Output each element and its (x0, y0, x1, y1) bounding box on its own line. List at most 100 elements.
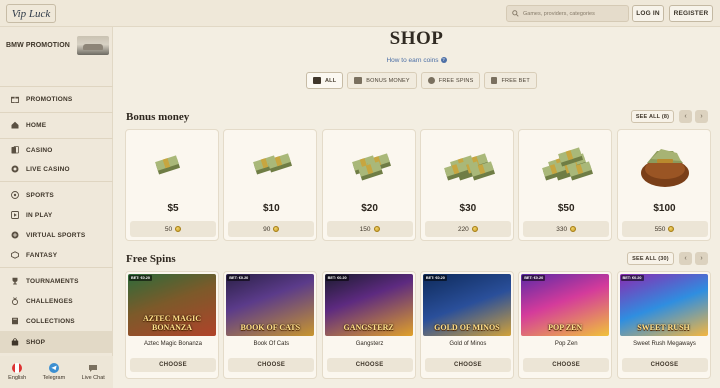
game-card[interactable]: BET: €0.20 BOOK OF CATS Book Of Cats CHOOSE (223, 271, 318, 379)
choose-button[interactable]: CHOOSE (424, 358, 511, 372)
tab-free-bet[interactable]: FREE BET (484, 72, 537, 89)
sidebar-item-fantasy[interactable]: FANTASY (0, 244, 113, 266)
choose-button[interactable]: CHOOSE (523, 358, 610, 372)
tab-bonus-money[interactable]: BONUS MONEY (347, 72, 417, 89)
bonus-card[interactable]: $5 50 (125, 129, 219, 241)
bonus-card[interactable]: $20 150 (321, 129, 416, 241)
bag-icon (313, 77, 321, 84)
tab-free-spins[interactable]: FREE SPINS (420, 72, 481, 89)
sidebar-item-promotions[interactable]: PROMOTIONS (0, 88, 113, 110)
sidebar-item-challenges[interactable]: CHALLENGES (0, 290, 113, 312)
login-button[interactable]: LOG IN (632, 5, 664, 22)
earn-coins-link[interactable]: How to earn coins? (113, 57, 720, 64)
tab-all[interactable]: ALL (306, 72, 344, 89)
bet-badge: BET: €0.20 (325, 275, 349, 281)
game-thumbnail[interactable]: BET: €0.20 SWEET RUSH (619, 274, 708, 336)
language-selector[interactable]: English (8, 363, 26, 381)
help-icon: ? (440, 57, 447, 64)
game-card[interactable]: BET: €0.20 GANGSTERZ Gangsterz CHOOSE (321, 271, 416, 379)
spins-next-arrow[interactable]: › (695, 252, 708, 265)
game-thumbnail[interactable]: BET: €0.20 POP ZEN (521, 274, 610, 336)
game-thumbnail[interactable]: BET: €0.20 GOLD OF MINOS (422, 274, 511, 336)
promo-label: BMW PROMOTION (6, 41, 70, 49)
gift-icon (11, 95, 19, 103)
game-thumbnail[interactable]: BET: €0.20 AZTEC MAGIC BONANZA (128, 274, 216, 336)
game-name: Book Of Cats (253, 341, 290, 347)
bonus-price: $100 (653, 203, 676, 214)
game-card[interactable]: BET: €0.20 SWEET RUSH Sweet Rush Megaways C… (616, 271, 711, 379)
game-card[interactable]: BET: €0.20 POP ZEN Pop Zen CHOOSE (518, 271, 613, 379)
search-box[interactable] (506, 5, 629, 22)
sidebar-item-virtual-sports[interactable]: VIRTUAL SPORTS (0, 224, 113, 246)
spins-prev-arrow[interactable]: ‹ (679, 252, 692, 265)
buy-button[interactable]: 150 (326, 221, 413, 237)
game-thumbnail[interactable]: BET: €0.20 GANGSTERZ (324, 274, 413, 336)
cash-stack-icon (519, 130, 611, 202)
bag-icon (11, 338, 19, 346)
bonus-card[interactable]: $30 220 (419, 129, 514, 241)
sidebar-item-sports[interactable]: SPORTS (0, 184, 113, 206)
cash-stack-icon (126, 130, 218, 202)
sidebar-item-home[interactable]: HOME (0, 114, 113, 136)
sidebar-item-live-casino[interactable]: LIVE CASINO (0, 158, 113, 180)
buy-button[interactable]: 50 (130, 221, 216, 237)
choose-button[interactable]: CHOOSE (228, 358, 315, 372)
see-all-bonus-button[interactable]: SEE ALL (8) (631, 110, 674, 123)
chevron-right-icon: › (700, 113, 703, 120)
buy-button[interactable]: 330 (523, 221, 610, 237)
tab-label: FREE BET (501, 77, 530, 84)
play-icon (11, 211, 19, 219)
bonus-card[interactable]: $100 550 (616, 129, 711, 241)
buy-button[interactable]: 220 (424, 221, 511, 237)
language-label: English (8, 375, 27, 381)
top-bar: Vip Luck LOG IN REGISTER (0, 0, 720, 27)
telegram-link[interactable]: Telegram (43, 363, 65, 381)
see-all-spins-button[interactable]: SEE ALL (30) (627, 252, 674, 265)
logo-text: Vip Luck (11, 7, 51, 20)
coin-icon (373, 226, 380, 232)
sidebar-divider (0, 181, 113, 182)
buy-button[interactable]: 550 (621, 221, 708, 237)
search-input[interactable] (523, 10, 623, 17)
live-chat-button[interactable]: Live Chat (82, 363, 105, 381)
bet-badge: BET: €0.20 (423, 275, 447, 281)
bonus-card[interactable]: $50 330 (518, 129, 613, 241)
trophy-icon (11, 277, 19, 285)
sidebar-item-label: LIVE CASINO (26, 165, 70, 173)
sidebar-item-in-play[interactable]: IN PLAY (0, 204, 113, 226)
coin-icon (471, 226, 478, 232)
bet-badge: BET: €0.20 (522, 275, 546, 281)
register-button[interactable]: REGISTER (669, 5, 713, 22)
sidebar-item-shop[interactable]: SHOP (0, 331, 113, 353)
bonus-prev-arrow[interactable]: ‹ (679, 110, 692, 123)
game-logo-text: GOLD OF MINOS (434, 323, 500, 332)
sidebar-item-label: FANTASY (26, 251, 58, 259)
choose-button[interactable]: CHOOSE (621, 358, 708, 372)
bonus-price: $10 (262, 203, 280, 214)
choose-button[interactable]: CHOOSE (326, 358, 413, 372)
bonus-next-arrow[interactable]: › (695, 110, 708, 123)
sidebar-footer: English Telegram Live Chat (0, 356, 113, 388)
bmw-promotion-banner[interactable]: BMW PROMOTION (6, 33, 109, 57)
coin-icon (175, 226, 182, 232)
earn-coins-text: How to earn coins (386, 57, 439, 64)
game-card[interactable]: BET: €0.20 GOLD OF MINOS Gold of Minos CHOO… (419, 271, 514, 379)
choose-button[interactable]: CHOOSE (130, 358, 216, 372)
game-card[interactable]: BET: €0.20 AZTEC MAGIC BONANZA Aztec Magic… (125, 271, 219, 379)
cards-icon (11, 146, 19, 154)
book-icon (11, 317, 19, 325)
sidebar-item-collections[interactable]: COLLECTIONS (0, 310, 113, 332)
home-icon (11, 121, 19, 129)
buy-button[interactable]: 90 (228, 221, 315, 237)
site-logo[interactable]: Vip Luck (6, 4, 56, 23)
cash-stack-icon (323, 130, 415, 202)
car-image (77, 35, 109, 55)
chip-icon (11, 165, 19, 173)
spins-icon (427, 77, 435, 84)
bonus-card[interactable]: $10 90 (223, 129, 318, 241)
coin-icon (668, 226, 675, 232)
sidebar-item-label: TOURNAMENTS (26, 277, 79, 285)
game-thumbnail[interactable]: BET: €0.20 BOOK OF CATS (226, 274, 315, 336)
sidebar-item-tournaments[interactable]: TOURNAMENTS (0, 270, 113, 292)
coin-cost: 220 (457, 225, 469, 233)
